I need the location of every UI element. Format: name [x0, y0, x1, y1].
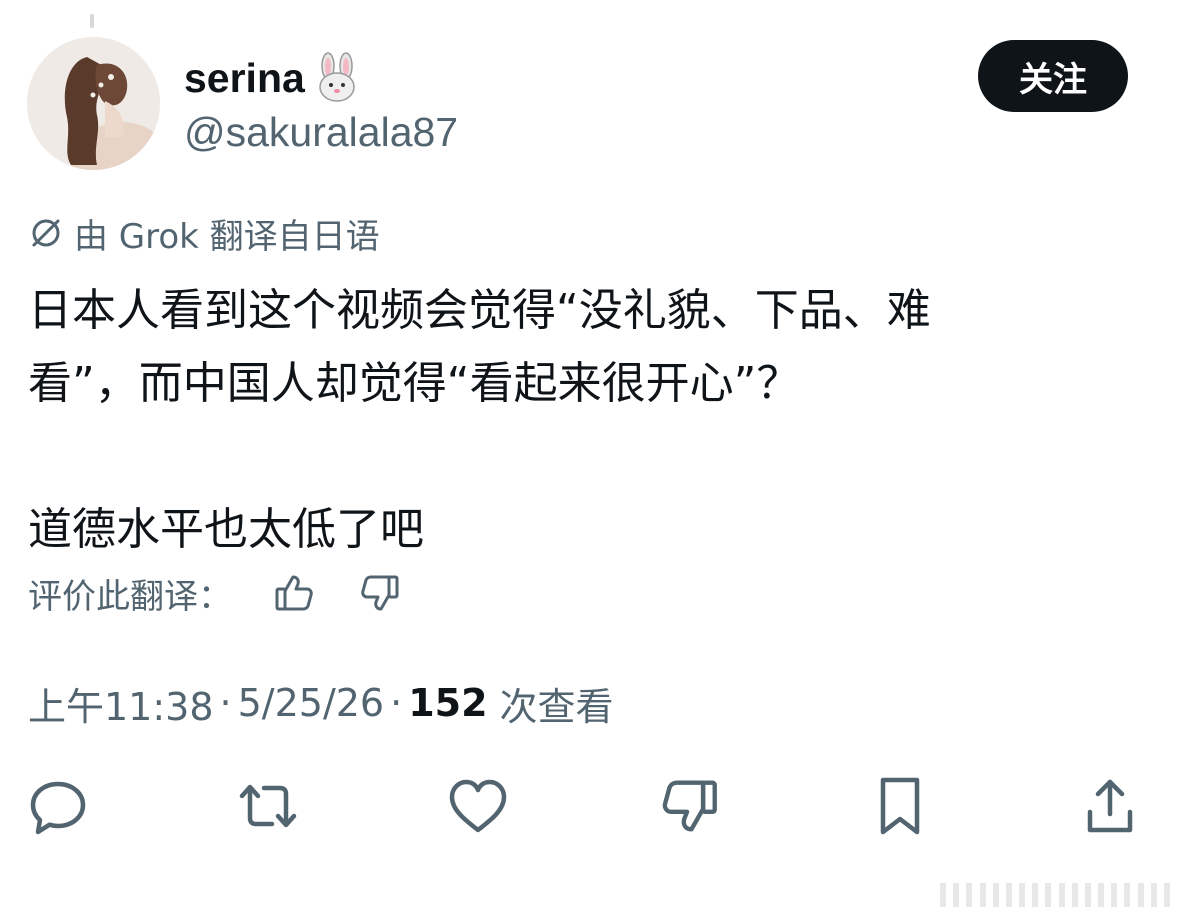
translation-notice: 由 Grok 翻译自日语 [28, 208, 380, 258]
separator: · [390, 681, 403, 725]
watermark [940, 880, 1170, 910]
avatar[interactable] [27, 37, 160, 170]
post-line: 日本人看到这个视频会觉得“没礼貌、下品、难 [28, 285, 931, 336]
post-date[interactable]: 5/25/26 [238, 681, 385, 725]
thumbs-down-icon[interactable] [358, 571, 402, 615]
share-icon[interactable] [1074, 770, 1146, 842]
rate-translation: 评价此翻译： [28, 567, 402, 619]
reply-icon[interactable] [22, 770, 94, 842]
dislike-icon[interactable] [654, 770, 726, 842]
post-text: 日本人看到这个视频会觉得“没礼貌、下品、难 看”，而中国人却觉得“看起来很开心”… [28, 274, 1128, 566]
views-label: 次查看 [499, 684, 614, 729]
post-time[interactable]: 上午11:38 [28, 676, 214, 731]
post-line: 道德水平也太低了吧 [28, 504, 424, 555]
post-metadata: 上午11:38 · 5/25/26 · 152 次查看 [28, 677, 614, 729]
views-count: 152 [408, 681, 488, 725]
post-line: 看”，而中国人却觉得“看起来很开心”？ [28, 358, 801, 409]
repost-icon[interactable] [232, 770, 304, 842]
like-icon[interactable] [442, 770, 514, 842]
display-name-text: serina [184, 54, 305, 101]
separator: · [219, 681, 232, 725]
action-bar [0, 770, 1179, 842]
rabbit-face-emoji [311, 52, 363, 104]
thumbs-up-icon[interactable] [272, 571, 316, 615]
translation-notice-text: 由 Grok 翻译自日语 [74, 216, 380, 257]
rate-translation-label: 评价此翻译： [28, 576, 232, 617]
user-handle[interactable]: @sakuralala87 [184, 106, 458, 158]
display-name[interactable]: serina [184, 52, 363, 104]
bookmark-icon[interactable] [864, 770, 936, 842]
follow-button[interactable]: 关注 [978, 40, 1128, 112]
translate-icon [32, 219, 60, 247]
top-indicator [90, 14, 94, 28]
